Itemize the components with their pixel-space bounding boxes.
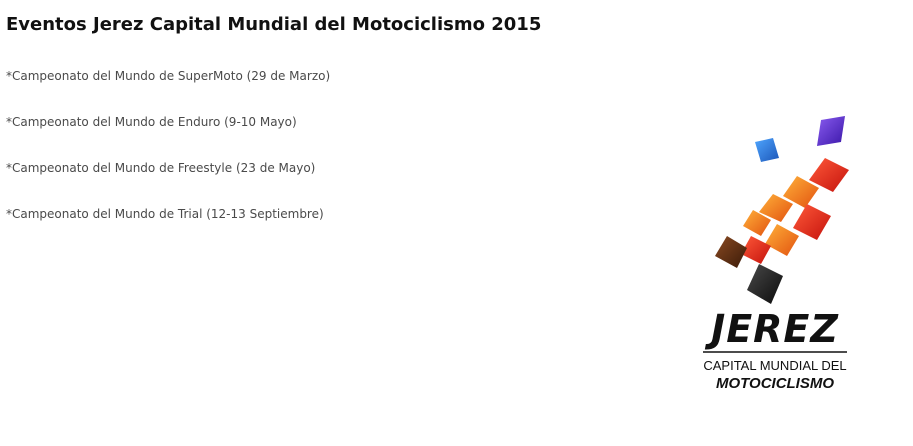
page-title: Eventos Jerez Capital Mundial del Motoci… — [6, 14, 542, 35]
logo-tile-orange-4 — [765, 224, 799, 256]
logo-tile-black — [747, 264, 783, 304]
logo-tile-blue — [755, 138, 779, 162]
event-item-supermoto: *Campeonato del Mundo de SuperMoto (29 d… — [6, 69, 331, 83]
event-item-enduro: *Campeonato del Mundo de Enduro (9-10 Ma… — [6, 115, 297, 129]
jerez-capital-mundial-logo: JEREZ CAPITAL MUNDIAL DEL MOTOCICLISMO — [703, 116, 849, 392]
logo-tile-red-2 — [793, 204, 831, 240]
logo-line2: MOTOCICLISMO — [716, 375, 834, 392]
logo-line1: CAPITAL MUNDIAL DEL — [703, 358, 846, 373]
logo-tile-brown — [715, 236, 747, 268]
event-item-trial: *Campeonato del Mundo de Trial (12-13 Se… — [6, 207, 324, 221]
logo-jerez-wordmark: JEREZ — [704, 307, 839, 351]
logo-tile-purple — [817, 116, 845, 146]
event-item-freestyle: *Campeonato del Mundo de Freestyle (23 d… — [6, 161, 316, 175]
event-list: *Campeonato del Mundo de SuperMoto (29 d… — [6, 68, 330, 252]
